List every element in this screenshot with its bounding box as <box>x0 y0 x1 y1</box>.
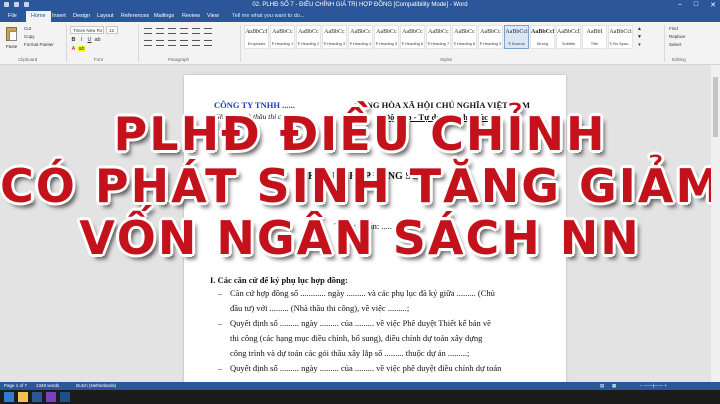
doc-line: công trình và dự toán các gói thầu xây l… <box>230 348 470 358</box>
vertical-scrollbar[interactable] <box>711 65 720 382</box>
ribbon: Paste Cut Copy Format Painter Clipboard … <box>0 22 720 65</box>
styles-scroll-up-icon[interactable]: ▲ <box>636 26 643 32</box>
word-icon[interactable] <box>32 392 42 402</box>
tab-mailings[interactable]: Mailings <box>154 13 174 19</box>
editing-group-label: Editing <box>672 57 686 62</box>
align-right-icon[interactable] <box>168 40 176 46</box>
underline-icon[interactable]: U <box>86 37 93 43</box>
powershell-icon[interactable] <box>60 392 70 402</box>
style-heading-9[interactable]: AaBbCc ¶ Heading 9 <box>478 25 503 49</box>
overlay-line-2: CÓ PHÁT SINH TĂNG GIẢM <box>0 159 720 213</box>
status-bar: Page 1 of 7 1348 words Dutch (Netherland… <box>0 382 720 390</box>
title-bar: 02. PLHĐ SỐ 7 - ĐIỀU CHỈNH GIÁ TRỊ HỢP Đ… <box>0 0 720 11</box>
justify-icon[interactable] <box>180 40 188 46</box>
style-heading-7[interactable]: AaBbCc ¶ Heading 7 <box>426 25 451 49</box>
sort-icon[interactable] <box>204 28 212 34</box>
decrease-indent-icon[interactable] <box>180 28 188 34</box>
styles-scroll-down-icon[interactable]: ▼ <box>636 34 643 40</box>
window-title: 02. PLHĐ SỐ 7 - ĐIỀU CHỈNH GIÁ TRỊ HỢP Đ… <box>252 2 468 8</box>
doc-line-lead: – <box>218 288 223 298</box>
tab-layout[interactable]: Layout <box>97 13 114 19</box>
style-subtitle[interactable]: AaBbCcD Subtitle <box>556 25 581 49</box>
language-indicator[interactable]: Dutch (Netherlands) <box>76 383 116 388</box>
strikethrough-icon[interactable]: ab <box>94 37 101 43</box>
doc-line: thi công (các hạng mục điều chỉnh, bổ su… <box>230 333 483 343</box>
style-heading-4[interactable]: AaBbCc ¶ Heading 4 <box>348 25 373 49</box>
replace-button[interactable]: Replace <box>669 34 686 39</box>
styles-more-icon[interactable]: ▾ <box>636 42 643 48</box>
styles-group-label: Styles <box>440 57 453 62</box>
tab-insert[interactable]: Insert <box>52 13 66 19</box>
tell-me-box[interactable]: Tell me what you want to do... <box>232 13 304 19</box>
style-heading-8[interactable]: AaBbCc ¶ Heading 8 <box>452 25 477 49</box>
highlight-icon[interactable]: ab <box>78 46 85 52</box>
italic-icon[interactable]: I <box>78 37 85 43</box>
doc-line-lead: – <box>218 318 223 328</box>
font-name-select[interactable]: Times New Ro <box>70 26 104 34</box>
numbering-icon[interactable] <box>156 28 164 34</box>
style-heading-5[interactable]: AaBbCc ¶ Heading 5 <box>374 25 399 49</box>
doc-line: Quyết định số ......... ngày ......... c… <box>230 318 491 328</box>
tab-home[interactable]: Home <box>26 11 51 22</box>
increase-indent-icon[interactable] <box>192 28 200 34</box>
find-button[interactable]: Find <box>669 26 678 31</box>
tab-references[interactable]: References <box>121 13 149 19</box>
doc-line: Căn cứ hợp đồng số ............ ngày ...… <box>230 288 495 298</box>
app-icon[interactable] <box>46 392 56 402</box>
align-left-icon[interactable] <box>144 40 152 46</box>
style-heading-2[interactable]: AaBbCc ¶ Heading 2 <box>296 25 321 49</box>
line-spacing-icon[interactable] <box>192 40 200 46</box>
tab-design[interactable]: Design <box>73 13 90 19</box>
doc-line-lead: – <box>218 363 223 373</box>
style-heading-6[interactable]: AaBbCc ¶ Heading 6 <box>400 25 425 49</box>
scrollbar-thumb[interactable] <box>713 77 718 137</box>
paste-button[interactable]: Paste <box>4 25 19 51</box>
style-heading-3[interactable]: AaBbCc ¶ Heading 3 <box>322 25 347 49</box>
read-mode-icon[interactable]: ▤ <box>600 383 604 389</box>
multilevel-list-icon[interactable] <box>168 28 176 34</box>
copy-button[interactable]: Copy <box>24 34 35 39</box>
minimize-icon[interactable]: – <box>678 1 682 9</box>
cut-button[interactable]: Cut <box>24 26 31 31</box>
window-controls: – □ ✕ <box>678 1 716 9</box>
overlay-line-1: PLHĐ ĐIỀU CHỈNH <box>113 107 607 161</box>
tab-view[interactable]: View <box>207 13 219 19</box>
tab-file[interactable]: File <box>8 13 17 19</box>
style-normal[interactable]: AaBbCcl ¶ Normal <box>504 25 529 49</box>
font-group-label: Font <box>94 57 104 62</box>
font-color-icon[interactable]: A <box>70 46 77 52</box>
tab-review[interactable]: Review <box>182 13 200 19</box>
select-button[interactable]: Select <box>669 42 682 47</box>
start-icon[interactable] <box>4 392 14 402</box>
ribbon-tabs: File Home Insert Design Layout Reference… <box>0 11 720 22</box>
close-icon[interactable]: ✕ <box>710 1 716 9</box>
format-painter-button[interactable]: Format Painter <box>24 42 54 47</box>
style-heading-1[interactable]: AaBbCc ¶ Heading 1 <box>270 25 295 49</box>
align-center-icon[interactable] <box>156 40 164 46</box>
page-count[interactable]: Page 1 of 7 <box>4 383 27 388</box>
bold-icon[interactable]: B <box>70 37 77 43</box>
style-emphasis[interactable]: AaBbCcI Emphasis <box>244 25 269 49</box>
zoom-slider[interactable]: − ——|—— + <box>640 383 667 388</box>
clipboard-group-label: Clipboard <box>18 57 38 62</box>
borders-icon[interactable] <box>204 40 212 46</box>
bullets-icon[interactable] <box>144 28 152 34</box>
style-title[interactable]: AaBbI Title <box>582 25 607 49</box>
font-size-select[interactable]: 12 <box>106 26 118 34</box>
section-heading: I. Các căn cứ để ký phụ lục hợp đồng: <box>210 275 348 285</box>
paragraph-group-label: Paragraph <box>168 57 190 62</box>
overlay-line-3: VỐN NGÂN SÁCH NN <box>79 211 641 265</box>
doc-line: đầu tư) với ......... (Nhà thầu thi công… <box>230 303 410 313</box>
word-count[interactable]: 1348 words <box>36 383 59 388</box>
style-no-spacing[interactable]: AaBbCcl ¶ No Spac... <box>608 25 633 49</box>
taskbar <box>0 390 720 404</box>
file-explorer-icon[interactable] <box>18 392 28 402</box>
maximize-icon[interactable]: □ <box>694 1 698 9</box>
style-strong[interactable]: AaBbCcI Strong <box>530 25 555 49</box>
print-layout-icon[interactable]: ▦ <box>612 383 616 389</box>
doc-line: Quyết định số ......... ngày ......... c… <box>230 363 502 373</box>
thumbnail-overlay-title: PLHĐ ĐIỀU CHỈNH CÓ PHÁT SINH TĂNG GIẢM V… <box>0 108 720 264</box>
